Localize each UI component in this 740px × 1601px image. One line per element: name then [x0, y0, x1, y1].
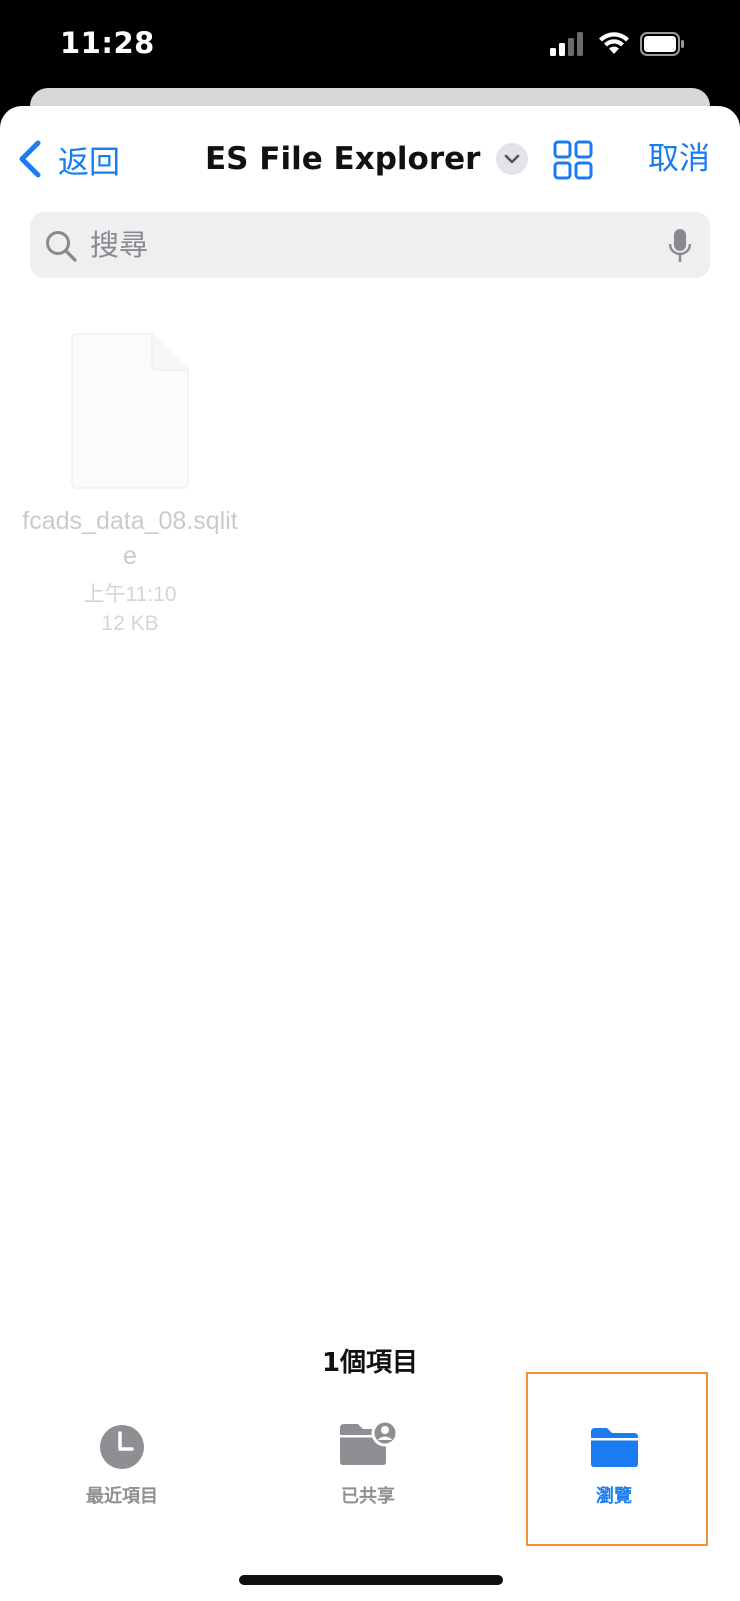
document-icon	[71, 333, 189, 489]
search-icon	[46, 231, 77, 262]
home-indicator	[239, 1575, 503, 1585]
item-count: 1個項目	[321, 1348, 419, 1378]
folder-icon	[591, 1428, 638, 1467]
back-label: 返回	[58, 144, 120, 181]
battery-icon	[640, 32, 684, 56]
clock-icon	[100, 1425, 144, 1469]
tab-label: 已共享	[341, 1486, 395, 1507]
search-bar	[30, 212, 710, 278]
location-title-button[interactable]: ES File Explorer	[205, 136, 529, 182]
chevron-left-icon	[19, 140, 41, 178]
search-input[interactable]	[90, 212, 650, 278]
status-bar: 11:28	[0, 0, 740, 100]
wifi-icon	[599, 32, 629, 54]
file-browser-sheet: 返回 ES File Explorer 取消 搜尋 fcads_data_08.…	[0, 106, 740, 1601]
tab-label: 最近項目	[86, 1486, 158, 1507]
file-modified-time: 上午11:10	[83, 583, 177, 606]
navigation-bar: 返回 ES File Explorer 取消	[0, 106, 740, 216]
tab-label: 瀏覽	[596, 1486, 632, 1507]
file-name: fcads_data_08.sqlite	[22, 507, 238, 570]
tab-recents[interactable]: 最近項目	[22, 1406, 222, 1526]
microphone-icon[interactable]	[668, 228, 692, 264]
status-time: 11:28	[60, 26, 155, 60]
tab-shared[interactable]: 已共享	[268, 1406, 468, 1526]
page-title: ES File Explorer	[205, 141, 481, 177]
chevron-down-icon	[496, 143, 529, 175]
shared-folder-icon	[340, 1420, 398, 1465]
file-item[interactable]: fcads_data_08.sqlite 上午11:10 12 KB	[20, 332, 240, 642]
tab-browse[interactable]: 瀏覽	[514, 1406, 714, 1526]
grid-view-icon[interactable]	[553, 140, 593, 180]
back-button[interactable]: 返回	[16, 136, 120, 182]
cellular-signal-icon	[550, 32, 583, 56]
file-size: 12 KB	[101, 612, 159, 635]
tab-bar: 最近項目 已共享 瀏覽	[0, 1406, 740, 1601]
cancel-button[interactable]: 取消	[648, 136, 710, 182]
